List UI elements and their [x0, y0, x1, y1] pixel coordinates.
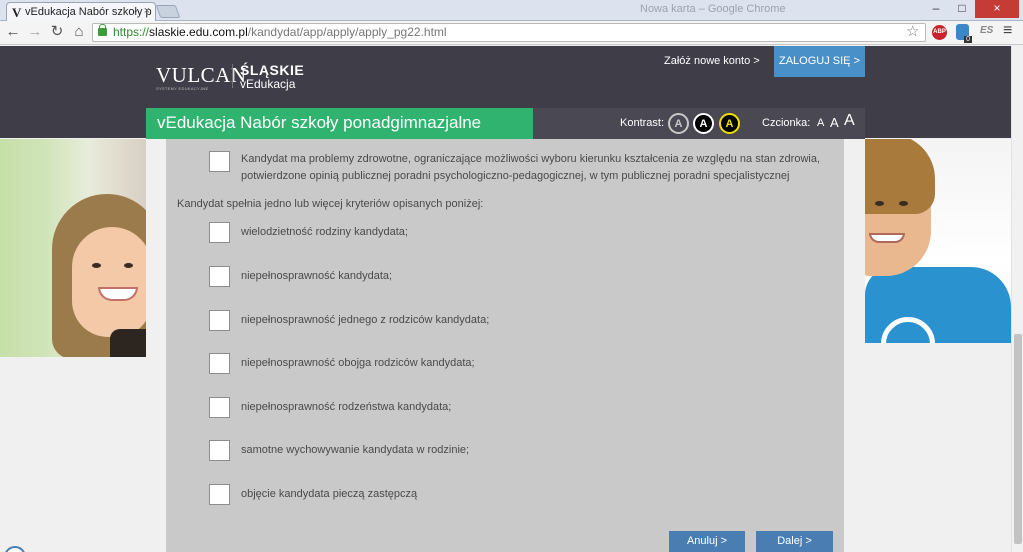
menu-icon[interactable]: ≡ — [1003, 22, 1012, 40]
foster-care-checkbox[interactable] — [209, 484, 230, 505]
cancel-button[interactable]: Anuluj > — [669, 531, 745, 552]
photo-eye — [899, 201, 908, 206]
photo-eye — [92, 263, 101, 268]
url-path: /kandydat/app/apply/apply_pg22.html — [247, 25, 447, 39]
page: VULCAN SYSTEMY EDUKACYJNE ŚLĄSKIE vEduka… — [0, 46, 1011, 552]
browser-tab[interactable]: V vEdukacja Nabór szkoły p × — [6, 2, 156, 21]
contrast-normal-button[interactable]: A — [668, 113, 689, 134]
window-controls: – □ × — [923, 0, 1019, 18]
chat-icon[interactable] — [4, 546, 26, 552]
criterion-label: niepełnosprawność kandydata; — [241, 270, 393, 282]
page-title: vEdukacja Nabór szkoły ponadgimnazjalne — [157, 113, 482, 132]
star-icon[interactable]: ☆ — [906, 22, 919, 40]
criteria-form: Kandydat ma problemy zdrowotne, ogranicz… — [166, 139, 844, 552]
photo-eye — [875, 201, 884, 206]
health-checkbox[interactable] — [209, 151, 230, 172]
criterion-label: niepełnosprawność obojga rodziców kandyd… — [241, 357, 475, 369]
parent-disability-checkbox[interactable] — [209, 310, 230, 331]
scrollbar-thumb[interactable] — [1014, 334, 1022, 544]
photo-eye — [124, 263, 133, 268]
accessibility-bar: Kontrast: A A A Czcionka: A A A — [533, 108, 865, 139]
single-parent-checkbox[interactable] — [209, 440, 230, 461]
minimize-button[interactable]: – — [923, 0, 949, 18]
window-title: Nowa karta – Google Chrome — [640, 3, 786, 15]
criterion-label: objęcie kandydata pieczą zastępczą — [241, 488, 418, 500]
vedukacja-logo: vEdukacja — [240, 77, 296, 91]
lock-icon — [98, 24, 107, 36]
criteria-heading: Kandydat spełnia jedno lub więcej kryter… — [177, 198, 484, 210]
tab-title: vEdukacja Nabór szkoły p — [25, 6, 152, 18]
reload-icon[interactable]: ↻ — [48, 23, 66, 41]
browser-tab-bar: V vEdukacja Nabór szkoły p × Nowa karta … — [0, 0, 1023, 21]
vulcan-logo-subtitle: SYSTEMY EDUKACYJNE — [156, 86, 209, 91]
font-size-label: Czcionka: — [762, 117, 811, 129]
es-extension-icon[interactable]: ES — [980, 25, 993, 36]
extension-icon[interactable]: 0 — [956, 24, 972, 43]
sibling-disability-checkbox[interactable] — [209, 397, 230, 418]
title-bar: vEdukacja Nabór szkoły ponadgimnazjalne — [146, 108, 533, 139]
candidate-disability-checkbox[interactable] — [209, 266, 230, 287]
criterion-label: niepełnosprawność jednego z rodziców kan… — [241, 314, 490, 326]
extension-badge: 0 — [964, 36, 972, 43]
font-large-button[interactable]: A — [844, 112, 855, 130]
address-bar[interactable]: https://slaskie.edu.com.pl/kandydat/app/… — [92, 23, 926, 42]
criterion-label: niepełnosprawność rodzeństwa kandydata; — [241, 401, 452, 413]
logo-divider — [232, 64, 233, 88]
back-icon[interactable]: ← — [4, 23, 22, 41]
forward-icon[interactable]: → — [26, 23, 44, 41]
home-icon[interactable]: ⌂ — [70, 23, 88, 41]
font-small-button[interactable]: A — [817, 117, 824, 129]
maximize-button[interactable]: □ — [949, 0, 975, 18]
page-scrollbar[interactable] — [1011, 46, 1023, 552]
slaskie-logo: ŚLĄSKIE — [240, 62, 305, 78]
contrast-white-button[interactable]: A — [693, 113, 714, 134]
health-label: Kandydat ma problemy zdrowotne, ogranicz… — [241, 153, 821, 182]
photo-hand — [110, 329, 146, 357]
contrast-label: Kontrast: — [620, 117, 665, 129]
criterion-label: wielodzietność rodziny kandydata; — [241, 226, 408, 238]
favicon-icon: V — [12, 5, 22, 20]
create-account-link[interactable]: Załóż nowe konto > — [664, 55, 760, 67]
new-tab-button[interactable] — [155, 5, 181, 18]
url-host: slaskie.edu.com.pl — [149, 25, 248, 39]
both-parents-disability-checkbox[interactable] — [209, 353, 230, 374]
large-family-checkbox[interactable] — [209, 222, 230, 243]
browser-toolbar: ← → ↻ ⌂ https://slaskie.edu.com.pl/kandy… — [0, 21, 1023, 45]
contrast-yellow-button[interactable]: A — [719, 113, 740, 134]
abp-icon[interactable]: ABP — [932, 25, 947, 40]
criterion-label: samotne wychowywanie kandydata w rodzini… — [241, 444, 470, 456]
font-medium-button[interactable]: A — [830, 115, 839, 130]
url-scheme: https:// — [113, 25, 150, 39]
login-button[interactable]: ZALOGUJ SIĘ > — [774, 46, 865, 77]
next-button[interactable]: Dalej > — [756, 531, 833, 552]
student-photo-right — [865, 139, 1011, 343]
close-window-button[interactable]: × — [975, 0, 1019, 18]
student-photo-left — [0, 139, 146, 357]
tab-close-icon[interactable]: × — [144, 5, 150, 17]
photo-face — [72, 227, 146, 337]
photo-smile — [869, 233, 905, 243]
